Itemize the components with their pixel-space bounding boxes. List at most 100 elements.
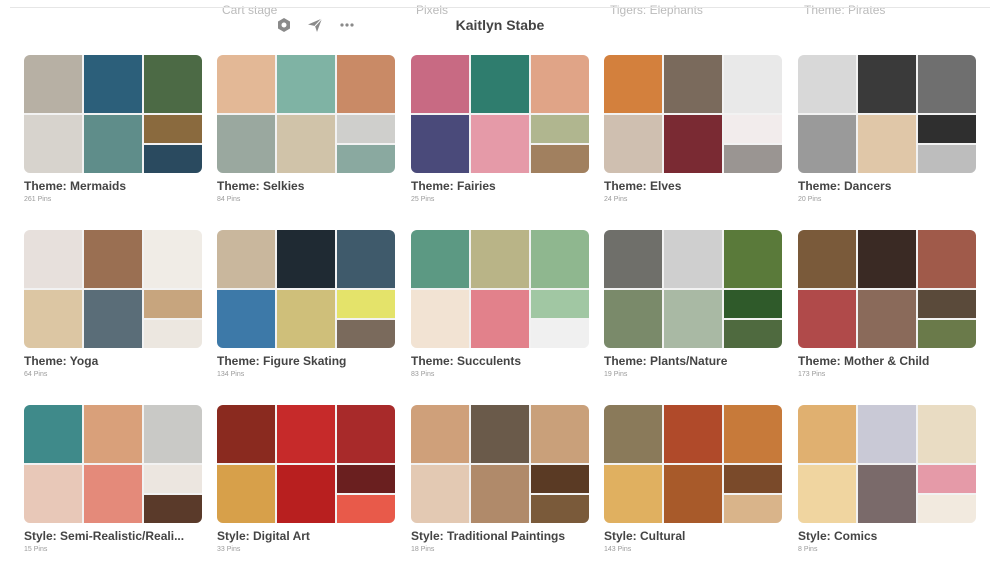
board-cover-image [84, 290, 142, 348]
board-cover-image [144, 145, 202, 173]
board-cover-image [277, 290, 335, 348]
board-title[interactable]: Theme: Plants/Nature [604, 354, 782, 369]
board-card[interactable]: Theme: Succulents 83 Pins [411, 230, 589, 379]
board-cover[interactable] [604, 405, 782, 523]
board-pin-count: 143 Pins [604, 546, 632, 553]
board-cover[interactable] [411, 405, 589, 523]
board-pin-count: 261 Pins [24, 196, 52, 203]
board-card[interactable]: Style: Comics 8 Pins [798, 405, 976, 554]
board-cover-image [24, 405, 82, 463]
board-title[interactable]: Theme: Figure Skating [217, 354, 395, 369]
board-card[interactable]: Style: Cultural 143 Pins [604, 405, 782, 554]
board-pin-count: 19 Pins [604, 371, 628, 378]
board-card[interactable]: Theme: Figure Skating 134 Pins [217, 230, 395, 379]
board-title[interactable]: Theme: Mermaids [24, 179, 202, 194]
board-cover-image [337, 465, 395, 493]
board-title[interactable]: Theme: Selkies [217, 179, 395, 194]
board-pin-count: 134 Pins [217, 371, 245, 378]
board-cover-image [918, 320, 976, 348]
board-title[interactable]: Style: Cultural [604, 529, 782, 544]
board-cover-image [411, 405, 469, 463]
board-cover[interactable] [217, 55, 395, 173]
board-cover-image [277, 230, 335, 288]
board-title[interactable]: Theme: Dancers [798, 179, 976, 194]
board-pin-count: 20 Pins [798, 196, 822, 203]
board-cover-image [918, 405, 976, 463]
board-cover-image [918, 495, 976, 523]
board-cover[interactable] [24, 55, 202, 173]
more-dots-icon[interactable] [336, 14, 358, 36]
board-cover-image [411, 230, 469, 288]
header-divider [10, 7, 990, 8]
board-cover[interactable] [411, 230, 589, 348]
board-cover[interactable] [217, 230, 395, 348]
board-cover-image [337, 320, 395, 348]
board-cover[interactable] [798, 405, 976, 523]
board-cover-image [798, 55, 856, 113]
board-cover-image [144, 115, 202, 143]
board-card[interactable]: Style: Semi-Realistic/Reali... 15 Pins [24, 405, 202, 554]
board-card[interactable]: Theme: Dancers 20 Pins [798, 55, 976, 204]
board-cover[interactable] [24, 405, 202, 523]
board-title[interactable]: Theme: Elves [604, 179, 782, 194]
board-pin-count: 64 Pins [24, 371, 48, 378]
board-card[interactable]: Theme: Fairies 25 Pins [411, 55, 589, 204]
board-cover-image [471, 465, 529, 523]
board-card[interactable]: Style: Traditional Paintings 18 Pins [411, 405, 589, 554]
board-cover-image [277, 465, 335, 523]
board-pin-count: 24 Pins [604, 196, 628, 203]
board-cover-image [84, 230, 142, 288]
board-cover-image [531, 290, 589, 318]
board-cover-image [84, 465, 142, 523]
board-cover[interactable] [411, 55, 589, 173]
board-card[interactable]: Theme: Selkies 84 Pins [217, 55, 395, 204]
board-cover-image [858, 115, 916, 173]
board-title[interactable]: Theme: Mother & Child [798, 354, 976, 369]
board-cover-image [411, 115, 469, 173]
board-title[interactable]: Style: Semi-Realistic/Reali... [24, 529, 202, 544]
board-cover[interactable] [798, 230, 976, 348]
board-title[interactable]: Style: Digital Art [217, 529, 395, 544]
board-cover-image [664, 465, 722, 523]
board-cover-image [858, 405, 916, 463]
board-cover[interactable] [798, 55, 976, 173]
board-title[interactable]: Theme: Yoga [24, 354, 202, 369]
board-cover-image [724, 495, 782, 523]
board-card[interactable]: Theme: Elves 24 Pins [604, 55, 782, 204]
board-title[interactable]: Style: Traditional Paintings [411, 529, 589, 544]
board-pin-count: 18 Pins [411, 546, 435, 553]
board-cover-image [144, 290, 202, 318]
board-cover[interactable] [604, 230, 782, 348]
board-title[interactable]: Theme: Fairies [411, 179, 589, 194]
board-cover-image [217, 465, 275, 523]
settings-hex-icon[interactable] [273, 14, 295, 36]
board-cover-image [724, 145, 782, 173]
board-cover[interactable] [24, 230, 202, 348]
board-title[interactable]: Style: Comics [798, 529, 976, 544]
board-cover[interactable] [604, 55, 782, 173]
board-cover-image [24, 55, 82, 113]
board-cover-image [84, 55, 142, 113]
board-cover[interactable] [217, 405, 395, 523]
board-cover-image [471, 405, 529, 463]
board-cover-image [337, 145, 395, 173]
board-pin-count: 84 Pins [217, 196, 241, 203]
board-card[interactable]: Theme: Yoga 64 Pins [24, 230, 202, 379]
profile-header: Kaitlyn Stabe [0, 0, 1000, 50]
board-cover-image [217, 290, 275, 348]
board-cover-image [724, 320, 782, 348]
board-cover-image [277, 55, 335, 113]
board-card[interactable]: Theme: Plants/Nature 19 Pins [604, 230, 782, 379]
board-card[interactable]: Theme: Mother & Child 173 Pins [798, 230, 976, 379]
board-card[interactable]: Style: Digital Art 33 Pins [217, 405, 395, 554]
board-cover-image [858, 465, 916, 523]
board-card[interactable]: Theme: Mermaids 261 Pins [24, 55, 202, 204]
owner-name[interactable]: Kaitlyn Stabe [400, 17, 600, 33]
board-title[interactable]: Theme: Succulents [411, 354, 589, 369]
board-cover-image [411, 290, 469, 348]
send-icon[interactable] [304, 14, 326, 36]
board-cover-image [724, 230, 782, 288]
board-cover-image [531, 495, 589, 523]
board-cover-image [144, 405, 202, 463]
board-pin-count: 83 Pins [411, 371, 435, 378]
